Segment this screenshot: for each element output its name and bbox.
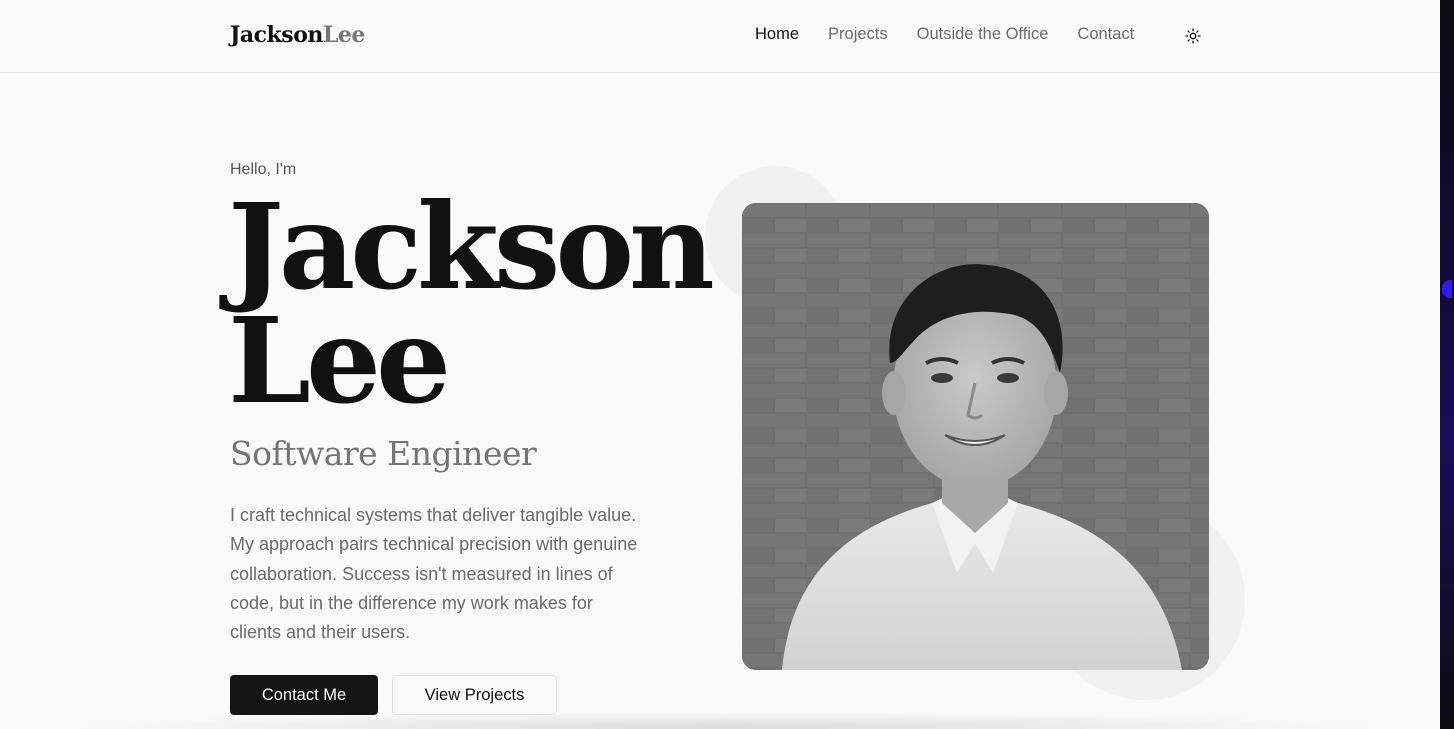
theme-toggle-button[interactable] (1183, 26, 1203, 46)
main-nav: Home Projects Outside the Office Contact (755, 25, 1134, 44)
sun-icon (1185, 28, 1201, 44)
edge-accent (1442, 280, 1452, 298)
site-logo[interactable]: JacksonLee (230, 22, 365, 48)
hero-role: Software Engineer (230, 434, 537, 473)
hero-first-name: Jackson (228, 177, 715, 316)
hero-bio: I craft technical systems that deliver t… (230, 505, 638, 643)
contact-me-button[interactable]: Contact Me (230, 675, 378, 715)
portrait-image (742, 203, 1209, 670)
nav-projects[interactable]: Projects (828, 25, 888, 44)
site-header: JacksonLee Home Projects Outside the Off… (0, 0, 1440, 73)
hero-last-name: Lee (228, 291, 451, 430)
nav-outside-the-office[interactable]: Outside the Office (917, 25, 1049, 44)
view-projects-button[interactable]: View Projects (392, 675, 557, 715)
window-edge (1440, 0, 1454, 729)
logo-first: Jackson (230, 22, 323, 48)
nav-contact[interactable]: Contact (1077, 25, 1134, 44)
page: JacksonLee Home Projects Outside the Off… (0, 0, 1440, 729)
profile-photo (742, 203, 1209, 670)
nav-home[interactable]: Home (755, 25, 799, 44)
logo-last: Lee (322, 22, 365, 48)
hero-name: Jackson Lee (228, 177, 715, 430)
page-shadow (60, 712, 1390, 729)
